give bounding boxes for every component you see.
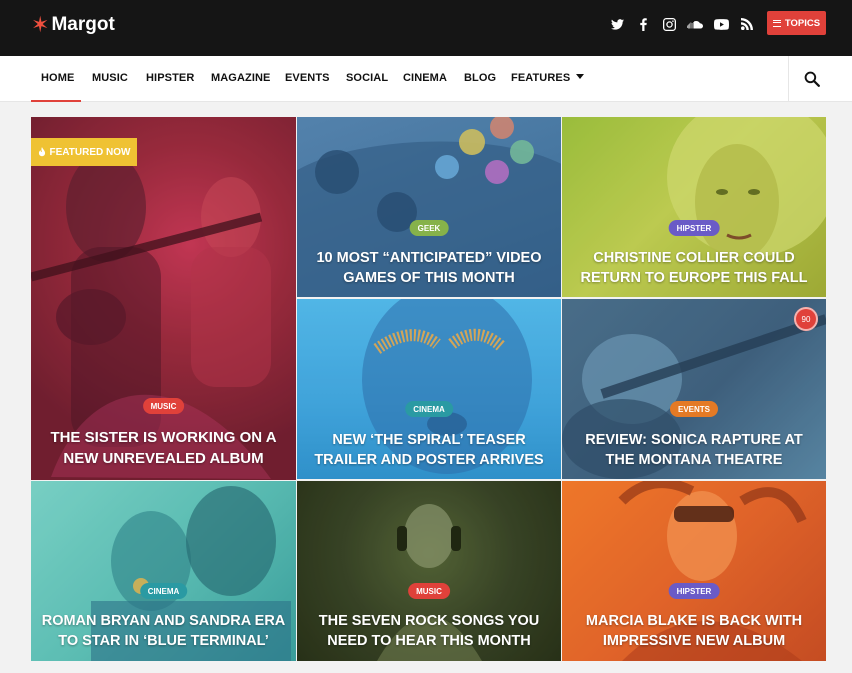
- category-badge[interactable]: CINEMA: [139, 583, 188, 599]
- nav-item-social[interactable]: SOCIAL: [346, 72, 388, 84]
- rss-icon[interactable]: [734, 14, 760, 34]
- category-badge[interactable]: CINEMA: [405, 401, 453, 417]
- nav-active-indicator: [31, 100, 81, 102]
- search-button[interactable]: [788, 56, 834, 101]
- facebook-icon[interactable]: [630, 14, 656, 34]
- article-tile-featured[interactable]: MUSIC THE SISTER IS WORKING ON A NEW UNR…: [31, 117, 296, 480]
- article-title[interactable]: ROMAN BRYAN AND SANDRA ERA TO STAR IN ‘B…: [39, 611, 288, 651]
- review-score-badge: 90: [794, 307, 818, 331]
- tile-overlay: [31, 117, 296, 480]
- article-title[interactable]: THE SEVEN ROCK SONGS YOU NEED TO HEAR TH…: [305, 611, 553, 651]
- category-badge[interactable]: HIPSTER: [668, 220, 720, 236]
- article-tile[interactable]: GEEK 10 MOST “ANTICIPATED” VIDEO GAMES O…: [297, 117, 561, 297]
- main-nav: HOME MUSIC HIPSTER MAGAZINE EVENTS SOCIA…: [0, 56, 852, 102]
- nav-item-hipster[interactable]: HIPSTER: [146, 72, 194, 84]
- nav-item-home[interactable]: HOME: [41, 72, 74, 84]
- category-badge[interactable]: MUSIC: [408, 583, 450, 599]
- search-icon: [804, 71, 820, 87]
- nav-item-cinema[interactable]: CINEMA: [403, 72, 447, 84]
- article-title[interactable]: THE SISTER IS WORKING ON A NEW UNREVEALE…: [39, 427, 288, 469]
- article-tile[interactable]: HIPSTER MARCIA BLAKE IS BACK WITH IMPRES…: [562, 481, 826, 661]
- social-links: [604, 14, 760, 34]
- fire-icon: [38, 147, 45, 157]
- star-icon: ✶: [31, 12, 50, 37]
- article-title[interactable]: CHRISTINE COLLIER COULD RETURN TO EUROPE…: [570, 248, 818, 288]
- site-logo[interactable]: ✶ Margot: [31, 14, 115, 36]
- chevron-down-icon: [576, 74, 585, 79]
- logo-text: Margot: [51, 14, 115, 35]
- nav-item-magazine[interactable]: MAGAZINE: [211, 72, 270, 84]
- nav-item-events[interactable]: EVENTS: [285, 72, 330, 84]
- article-title[interactable]: MARCIA BLAKE IS BACK WITH IMPRESSIVE NEW…: [570, 611, 818, 651]
- topics-label: TOPICS: [784, 17, 821, 29]
- nav-item-features[interactable]: FEATURES: [511, 72, 585, 84]
- article-tile[interactable]: HIPSTER CHRISTINE COLLIER COULD RETURN T…: [562, 117, 826, 297]
- featured-badge: FEATURED NOW: [31, 138, 137, 166]
- article-tile[interactable]: EVENTS REVIEW: SONICA RAPTURE AT THE MON…: [562, 299, 826, 479]
- twitter-icon[interactable]: [604, 14, 630, 34]
- article-title[interactable]: NEW ‘THE SPIRAL’ TEASER TRAILER AND POST…: [305, 430, 553, 470]
- menu-icon: [772, 19, 781, 27]
- category-badge[interactable]: HIPSTER: [668, 583, 720, 599]
- category-badge[interactable]: MUSIC: [142, 398, 185, 414]
- youtube-icon[interactable]: [708, 14, 734, 34]
- article-tile[interactable]: CINEMA NEW ‘THE SPIRAL’ TEASER TRAILER A…: [297, 299, 561, 479]
- instagram-icon[interactable]: [656, 14, 682, 34]
- nav-item-music[interactable]: MUSIC: [92, 72, 128, 84]
- top-bar: ✶ Margot TOPICS: [0, 0, 852, 56]
- nav-item-blog[interactable]: BLOG: [464, 72, 496, 84]
- category-badge[interactable]: GEEK: [409, 220, 449, 236]
- article-title[interactable]: REVIEW: SONICA RAPTURE AT THE MONTANA TH…: [570, 430, 818, 470]
- category-badge[interactable]: EVENTS: [669, 401, 719, 417]
- nav-item-features-label: FEATURES: [511, 72, 571, 84]
- topics-button[interactable]: TOPICS: [767, 11, 826, 35]
- article-title[interactable]: 10 MOST “ANTICIPATED” VIDEO GAMES OF THI…: [305, 248, 553, 288]
- soundcloud-icon[interactable]: [682, 14, 708, 34]
- article-tile[interactable]: MUSIC THE SEVEN ROCK SONGS YOU NEED TO H…: [297, 481, 561, 661]
- article-tile[interactable]: CINEMA ROMAN BRYAN AND SANDRA ERA TO STA…: [31, 481, 296, 661]
- featured-label: FEATURED NOW: [49, 146, 131, 158]
